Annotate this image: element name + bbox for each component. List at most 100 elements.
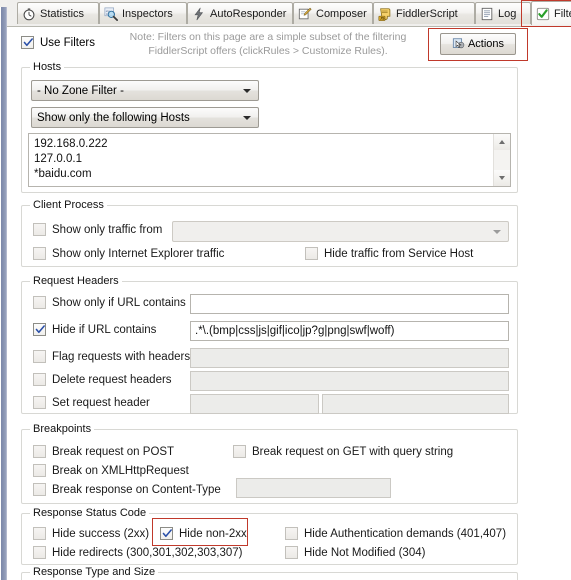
tab-composer[interactable]: Composer	[293, 2, 373, 24]
checkbox-box	[285, 546, 298, 559]
hosts-listbox-scrollbar[interactable]	[493, 134, 510, 186]
left-splitter-cap	[0, 0, 7, 7]
actions-button-label: Actions	[467, 38, 505, 50]
delete-request-headers-checkbox[interactable]: Delete request headers	[33, 373, 172, 386]
tab-inspectors[interactable]: abc 123 Inspectors	[99, 2, 187, 24]
hide-if-url-contains-value: .*\.(bmp|css|js|gif|ico|jp?g|png|swf|wof…	[195, 325, 395, 337]
js-script-icon: JS	[378, 7, 391, 21]
break-response-on-content-type-checkbox[interactable]: Break response on Content-Type	[33, 483, 221, 496]
hide-if-url-contains-input[interactable]: .*\.(bmp|css|js|gif|ico|jp?g|png|swf|wof…	[190, 321, 509, 341]
green-check-icon	[536, 7, 550, 20]
set-request-header-name-input[interactable]	[190, 394, 319, 414]
tab-log[interactable]: Log	[475, 2, 531, 24]
set-request-header-label: Set request header	[52, 396, 150, 409]
hosts-group-caption: Hosts	[30, 61, 65, 73]
checkbox-box	[33, 483, 46, 496]
flag-requests-with-headers-input[interactable]	[190, 348, 509, 368]
use-filters-checkbox[interactable]	[21, 36, 34, 49]
tab-fiddlerscript-label: FiddlerScript	[396, 7, 458, 20]
triangle-down-icon	[499, 176, 505, 180]
checkbox-box	[33, 546, 46, 559]
checkbox-box	[33, 323, 46, 336]
traffic-from-process-combo[interactable]	[172, 221, 509, 242]
checkbox-box	[233, 445, 246, 458]
checkbox-box	[33, 445, 46, 458]
show-only-traffic-from-label: Show only traffic from	[52, 223, 163, 236]
hide-service-host-checkbox[interactable]: Hide traffic from Service Host	[305, 247, 473, 260]
show-only-if-url-contains-input[interactable]	[190, 294, 509, 314]
hide-not-modified-checkbox[interactable]: Hide Not Modified (304)	[285, 546, 425, 559]
checkbox-box	[33, 296, 46, 309]
tab-statistics[interactable]: Statistics	[17, 2, 99, 24]
show-only-ie-traffic-label: Show only Internet Explorer traffic	[52, 247, 225, 260]
set-request-header-value-input[interactable]	[322, 394, 509, 414]
hide-if-url-contains-label: Hide if URL contains	[52, 323, 157, 336]
response-type-caption: Response Type and Size	[30, 566, 159, 578]
magnifier-icon: abc 123	[104, 7, 118, 21]
hide-if-url-contains-checkbox[interactable]: Hide if URL contains	[33, 323, 156, 336]
break-response-content-type-input[interactable]	[236, 478, 391, 498]
svg-text:JS: JS	[380, 16, 385, 20]
chevron-down-icon	[243, 88, 251, 93]
chevron-down-icon	[243, 115, 251, 120]
hosts-listbox[interactable]: 192.168.0.222 127.0.0.1 *baidu.com	[28, 133, 511, 187]
scroll-up-button[interactable]	[494, 134, 510, 150]
delete-request-headers-input[interactable]	[190, 371, 509, 391]
show-only-if-url-contains-label: Show only if URL contains	[52, 296, 186, 309]
break-request-on-post-label: Break request on POST	[52, 445, 175, 458]
checkbox-box	[33, 373, 46, 386]
zone-filter-value: - No Zone Filter -	[37, 84, 124, 97]
tab-filters-label: Filters	[554, 7, 571, 20]
hide-success-label: Hide success (2xx)	[52, 527, 150, 540]
checkmark-icon	[23, 38, 33, 47]
flag-requests-with-headers-label: Flag requests with headers	[52, 350, 191, 363]
break-response-on-content-type-label: Break response on Content-Type	[52, 483, 221, 496]
break-request-on-get-query-checkbox[interactable]: Break request on GET with query string	[233, 445, 453, 458]
checkmark-icon	[35, 325, 45, 334]
hide-non-2xx-checkbox[interactable]: Hide non-2xx	[160, 527, 247, 540]
show-only-if-url-contains-checkbox[interactable]: Show only if URL contains	[33, 296, 186, 309]
break-request-on-post-checkbox[interactable]: Break request on POST	[33, 445, 174, 458]
hosts-list-values: 192.168.0.222 127.0.0.1 *baidu.com	[34, 138, 108, 180]
response-type-group: Response Type and Size	[21, 566, 518, 580]
stopwatch-icon	[23, 7, 35, 20]
show-only-ie-traffic-checkbox[interactable]: Show only Internet Explorer traffic	[33, 247, 224, 260]
zone-filter-combo[interactable]: - No Zone Filter -	[31, 80, 259, 101]
checkbox-box	[33, 464, 46, 477]
left-splitter-bar[interactable]	[0, 0, 7, 580]
fiddler-filters-panel: Statistics abc 123 Inspectors AutoRespon…	[0, 0, 571, 580]
tab-autoresponder[interactable]: AutoResponder	[187, 2, 293, 24]
tab-log-label: Log	[498, 7, 517, 20]
use-filters-row[interactable]: Use Filters	[21, 36, 95, 49]
host-filter-combo[interactable]: Show only the following Hosts	[31, 107, 259, 128]
lightning-icon	[194, 7, 204, 20]
actions-button[interactable]: Actions	[440, 33, 516, 55]
gear-cursor-icon	[452, 38, 465, 49]
break-on-xhr-label: Break on XMLHttpRequest	[52, 464, 189, 477]
tab-composer-label: Composer	[316, 7, 367, 20]
hide-redirects-checkbox[interactable]: Hide redirects (300,301,302,303,307)	[33, 546, 243, 559]
tab-filters[interactable]: Filters	[531, 1, 571, 25]
hide-redirects-label: Hide redirects (300,301,302,303,307)	[52, 546, 243, 559]
checkbox-box	[33, 396, 46, 409]
filters-note: Note: Filters on this page are a simple …	[118, 30, 418, 58]
scroll-down-button[interactable]	[494, 170, 510, 186]
tab-fiddlerscript[interactable]: JS FiddlerScript	[373, 2, 475, 24]
checkbox-box	[33, 247, 46, 260]
flag-requests-with-headers-checkbox[interactable]: Flag requests with headers	[33, 350, 190, 363]
triangle-up-icon	[499, 140, 505, 144]
set-request-header-checkbox[interactable]: Set request header	[33, 396, 150, 409]
show-only-traffic-from-checkbox[interactable]: Show only traffic from	[33, 223, 162, 236]
delete-request-headers-label: Delete request headers	[52, 373, 172, 386]
checkbox-box	[160, 527, 173, 540]
hide-auth-demands-checkbox[interactable]: Hide Authentication demands (401,407)	[285, 527, 506, 540]
hide-auth-demands-label: Hide Authentication demands (401,407)	[304, 527, 507, 540]
checkbox-box	[33, 350, 46, 363]
break-on-xhr-checkbox[interactable]: Break on XMLHttpRequest	[33, 464, 189, 477]
hide-success-checkbox[interactable]: Hide success (2xx)	[33, 527, 149, 540]
client-process-caption: Client Process	[30, 199, 107, 211]
checkbox-box	[33, 527, 46, 540]
tab-statistics-label: Statistics	[40, 7, 85, 20]
checkbox-box	[285, 527, 298, 540]
checkbox-box	[33, 223, 46, 236]
